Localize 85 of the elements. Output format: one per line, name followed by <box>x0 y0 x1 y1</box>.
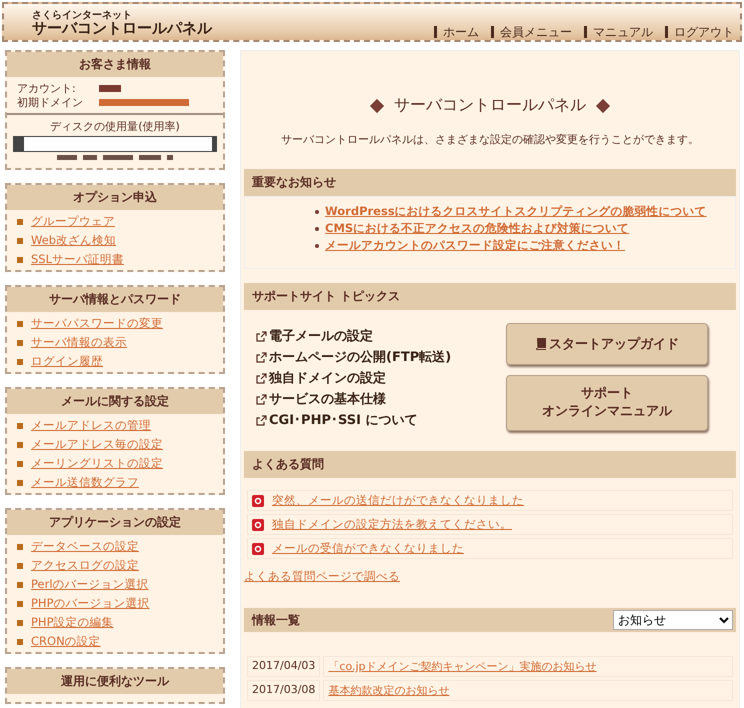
external-link-icon <box>256 372 267 384</box>
nav-link[interactable]: ログアウト <box>665 26 734 38</box>
news-date: 2017/04/03 <box>247 656 320 677</box>
nav-link[interactable]: マニュアル <box>584 26 653 38</box>
notice-link[interactable]: WordPressにおけるクロスサイトスクリプティングの脆弱性について <box>325 204 707 219</box>
faq-link[interactable]: メールの受信ができなくなりました <box>272 541 464 556</box>
external-link-icon <box>256 394 267 404</box>
faq-page-link[interactable]: よくある質問ページで調べる <box>244 569 400 584</box>
notice-link[interactable]: CMSにおける不正アクセスの危険性および対策について <box>325 221 630 236</box>
news-date: 2017/03/08 <box>247 680 320 701</box>
bullet-icon <box>17 358 23 364</box>
panel-heading: お客さま情報 <box>7 52 223 77</box>
field-label: 初期ドメイン <box>17 94 84 110</box>
field-label: アカウント: <box>17 80 77 96</box>
news-link[interactable]: 「co.jpドメインご契約キャンペーン」実施のお知らせ <box>328 660 597 673</box>
menu-link[interactable]: メールアドレスの管理 <box>31 418 151 433</box>
menu-link[interactable]: Web改ざん検知 <box>31 233 116 248</box>
bullet-icon <box>17 320 23 326</box>
panel-heading: サーバ情報とパスワード <box>7 287 223 312</box>
bullet-icon <box>17 600 23 606</box>
bullet-icon <box>315 244 319 248</box>
topic-link[interactable]: 電子メールの設定 <box>269 327 373 345</box>
brand-title: サーバコントロールパネル <box>32 21 212 36</box>
nav-link[interactable]: 会員メニュー <box>491 26 572 38</box>
bullet-icon <box>315 226 319 230</box>
panel-heading: メールに関する設定 <box>7 389 223 414</box>
bullet-icon <box>17 256 23 262</box>
menu-link[interactable]: PHPのバージョン選択 <box>31 596 150 611</box>
redacted-value <box>99 84 121 92</box>
bullet-icon <box>17 620 23 626</box>
category-select[interactable]: お知らせ <box>613 610 733 630</box>
panel-heading: アプリケーションの設定 <box>7 510 223 535</box>
faq-link[interactable]: 独自ドメインの設定方法を教えてください。 <box>272 517 512 532</box>
news-link[interactable]: 基本約款改定のお知らせ <box>328 684 450 697</box>
panel-heading: オプション申込 <box>7 185 223 210</box>
topic-link[interactable]: サービスの基本仕様 <box>269 390 386 408</box>
bullet-icon <box>17 218 23 224</box>
menu-link[interactable]: データベースの設定 <box>31 539 139 554</box>
question-icon <box>252 542 264 554</box>
question-icon <box>252 494 264 506</box>
external-link-icon <box>256 352 267 362</box>
bullet-icon <box>17 238 23 244</box>
startup-guide-button[interactable]: スタートアップガイド <box>506 323 708 365</box>
bullet-icon <box>17 340 23 346</box>
menu-link[interactable]: メール送信数グラフ <box>31 475 139 490</box>
menu-link[interactable]: ログイン履歴 <box>31 354 103 369</box>
bullet-icon <box>17 562 23 568</box>
bullet-icon <box>17 480 23 486</box>
section-title: よくある質問 <box>252 456 324 473</box>
online-manual-button[interactable]: サポート オンラインマニュアル <box>506 375 708 431</box>
page-title: サーバコントロールパネル <box>394 95 586 116</box>
menu-link[interactable]: アクセスログの設定 <box>31 558 139 573</box>
menu-link[interactable]: PHP設定の編集 <box>31 615 114 630</box>
nav-link[interactable]: ホーム <box>434 26 479 38</box>
menu-link[interactable]: サーバ情報の表示 <box>31 335 127 350</box>
page-description: サーバコントロールパネルは、さまざまな設定の確認や変更を行うことができます。 <box>280 132 700 147</box>
question-icon <box>252 518 264 530</box>
section-title: 情報一覧 <box>252 612 300 628</box>
menu-link[interactable]: メールアドレス毎の設定 <box>31 437 163 452</box>
panel-heading: 運用に便利なツール <box>7 669 223 694</box>
bullet-icon <box>17 442 23 448</box>
external-link-icon <box>256 414 267 426</box>
menu-link[interactable]: サーバパスワードの変更 <box>31 316 163 331</box>
brand-subtitle: さくらインターネット <box>32 11 133 21</box>
topic-link[interactable]: CGI･PHP･SSI について <box>269 411 418 429</box>
section-title: 重要なお知らせ <box>252 174 336 191</box>
bullet-icon <box>17 638 23 644</box>
notice-link[interactable]: メールアカウントのパスワード設定にご注意ください！ <box>325 238 625 253</box>
bullet-icon <box>17 422 23 428</box>
menu-link[interactable]: グループウェア <box>31 214 115 229</box>
external-link-icon <box>256 330 267 342</box>
faq-link[interactable]: 突然、メールの送信だけができなくなりました <box>272 493 524 508</box>
topic-link[interactable]: 独自ドメインの設定 <box>269 369 386 387</box>
bullet-icon <box>17 460 23 466</box>
topic-link[interactable]: ホームページの公開(FTP転送) <box>269 348 452 366</box>
section-title: サポートサイト トピックス <box>252 288 400 305</box>
disk-usage-label: ディスクの使用量(使用率) <box>50 120 180 133</box>
menu-link[interactable]: メーリングリストの設定 <box>31 456 163 471</box>
menu-link[interactable]: Perlのバージョン選択 <box>31 577 149 592</box>
menu-link[interactable]: SSLサーバ証明書 <box>31 252 124 267</box>
menu-link[interactable]: CRONの設定 <box>31 634 101 649</box>
book-icon <box>535 338 546 350</box>
bullet-icon <box>17 544 23 550</box>
bullet-icon <box>315 210 319 214</box>
bullet-icon <box>17 582 23 588</box>
